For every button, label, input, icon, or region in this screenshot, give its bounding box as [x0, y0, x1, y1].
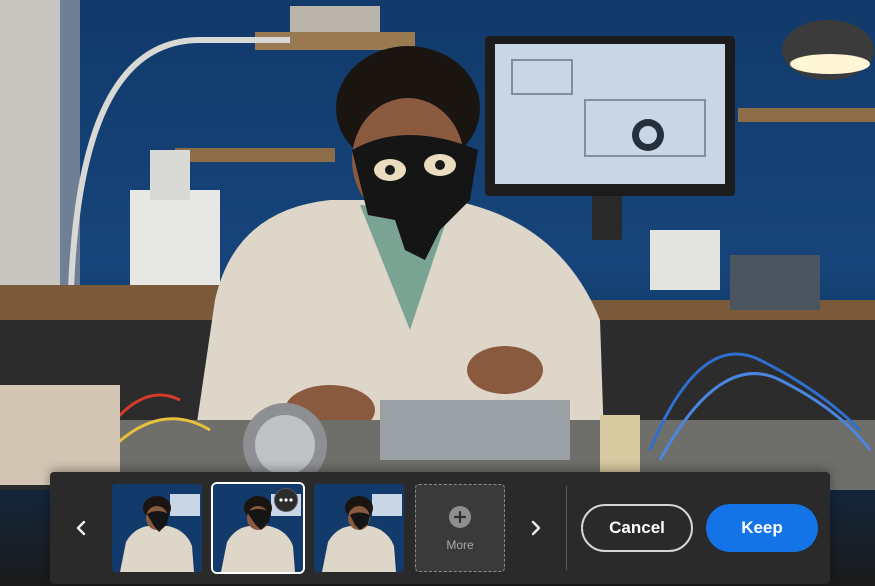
- variations-bar: More Cancel Keep: [50, 472, 830, 584]
- more-label: More: [446, 538, 474, 552]
- chevron-left-icon: [76, 520, 86, 536]
- variation-preview-image: [112, 484, 202, 572]
- keep-button[interactable]: Keep: [706, 504, 818, 552]
- variation-thumbnail-1[interactable]: [112, 484, 202, 572]
- cancel-button[interactable]: Cancel: [581, 504, 693, 552]
- more-variations-button[interactable]: More: [415, 484, 505, 572]
- variation-thumbnail-3[interactable]: [314, 484, 404, 572]
- variation-preview-image: [314, 484, 404, 572]
- previous-button[interactable]: [68, 514, 94, 542]
- chevron-right-icon: [531, 520, 541, 536]
- next-button[interactable]: [523, 514, 549, 542]
- plus-icon: [449, 506, 471, 528]
- variation-thumbnail-2-selected[interactable]: [211, 482, 305, 574]
- toolbar-divider: [566, 486, 567, 570]
- variation-options-button[interactable]: [274, 488, 298, 512]
- more-horizontal-icon: [279, 498, 293, 502]
